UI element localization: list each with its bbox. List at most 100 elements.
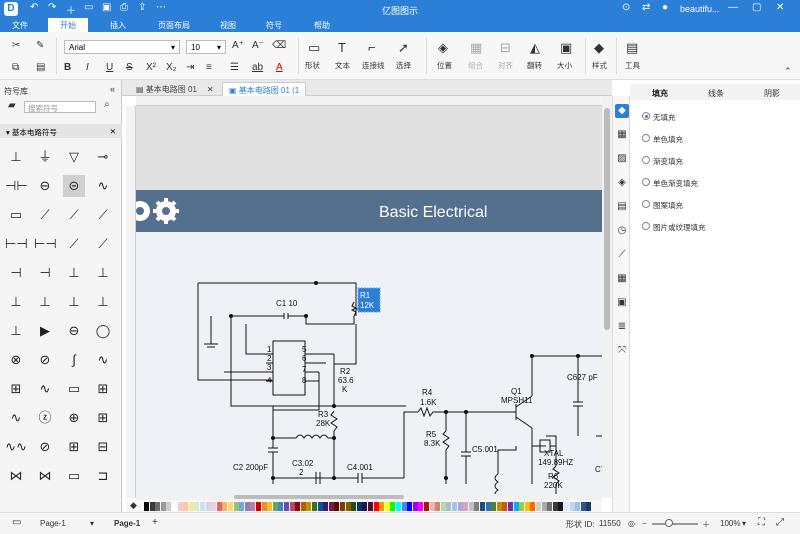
align-label[interactable]: 对齐 xyxy=(498,60,513,71)
label-r3-value[interactable]: 28K xyxy=(316,419,331,428)
color-swatch[interactable] xyxy=(267,502,273,511)
color-swatch[interactable] xyxy=(564,502,569,511)
label-c3[interactable]: C3.02 xyxy=(292,459,314,468)
color-swatch[interactable] xyxy=(424,502,429,511)
subscript-icon[interactable]: X₂ xyxy=(166,62,177,73)
color-swatch[interactable] xyxy=(194,502,200,511)
resistor-symbol-icon[interactable]: ▭ xyxy=(5,204,27,226)
box-symbol-icon[interactable]: ⊞ xyxy=(63,436,85,458)
color-swatch[interactable] xyxy=(373,502,379,511)
color-swatch[interactable] xyxy=(396,502,401,511)
layout-grid-icon[interactable]: ▦ xyxy=(615,128,629,142)
color-swatch[interactable] xyxy=(239,502,245,511)
fill-bucket-icon[interactable]: ◆ xyxy=(594,40,604,56)
color-swatch[interactable] xyxy=(323,502,329,511)
tab-document-2[interactable]: ▣ 基本电路图 01 (1 xyxy=(222,82,307,96)
label-r2[interactable]: R2 xyxy=(340,367,351,376)
table-icon[interactable]: ▦ xyxy=(615,272,629,286)
color-swatch[interactable] xyxy=(580,502,586,511)
color-swatch[interactable] xyxy=(485,502,491,511)
align-icon[interactable]: ⊟ xyxy=(500,40,511,56)
connector-symbol-icon[interactable]: ⋈ xyxy=(5,465,27,487)
color-swatch[interactable] xyxy=(328,502,334,511)
color-swatch[interactable] xyxy=(256,502,261,511)
fill-bucket-icon[interactable]: ◆ xyxy=(130,500,137,511)
color-swatch[interactable] xyxy=(569,502,575,511)
connector-icon[interactable]: ⌐ xyxy=(368,40,376,55)
color-swatch[interactable] xyxy=(491,502,497,511)
label-r4[interactable]: R4 xyxy=(422,388,433,397)
zener-symbol-icon[interactable]: ⓩ xyxy=(34,407,56,429)
size-icon[interactable]: ▣ xyxy=(560,40,572,56)
connector-symbol-icon[interactable]: ⋈ xyxy=(34,465,56,487)
menu-symbols[interactable]: 符号 xyxy=(266,20,282,31)
color-swatch[interactable] xyxy=(295,502,301,511)
preset-symbol-icon[interactable]: ⟋ xyxy=(92,233,114,255)
sensor-symbol-icon[interactable]: ⊘ xyxy=(34,436,56,458)
color-swatch[interactable] xyxy=(345,502,351,511)
color-swatch[interactable] xyxy=(429,502,435,511)
mast-symbol-icon[interactable]: ⊥ xyxy=(34,291,56,313)
collapse-panel-icon[interactable]: « xyxy=(110,84,115,94)
italic-icon[interactable]: I xyxy=(86,62,89,73)
color-swatch[interactable] xyxy=(379,502,385,511)
color-swatch[interactable] xyxy=(508,502,513,511)
group-label[interactable]: 组合 xyxy=(468,60,483,71)
zoom-slider[interactable] xyxy=(652,523,698,525)
font-size-select[interactable]: 10 ▾ xyxy=(186,40,226,54)
option-solid-fill[interactable]: 单色填充 xyxy=(653,134,683,145)
drawing-canvas[interactable]: Basic Electrical R1 12K C1 10 R2 63.6 K … xyxy=(136,106,602,498)
color-swatch[interactable] xyxy=(435,502,441,511)
notification-icon[interactable]: ⊙ xyxy=(622,2,630,13)
color-swatch[interactable] xyxy=(446,502,452,511)
color-swatch[interactable] xyxy=(289,502,295,511)
color-swatch[interactable] xyxy=(222,502,228,511)
minimize-icon[interactable]: — xyxy=(728,2,738,13)
color-swatch[interactable] xyxy=(468,502,474,511)
label-r2-unit[interactable]: K xyxy=(342,385,348,394)
flip-icon[interactable]: ◭ xyxy=(530,40,540,56)
close-section-icon[interactable]: ✕ xyxy=(110,127,116,136)
color-swatch[interactable] xyxy=(250,502,256,511)
format-icon[interactable]: ≣ xyxy=(615,320,629,334)
label-r5[interactable]: R5 xyxy=(426,430,437,439)
close-icon[interactable]: ✕ xyxy=(776,2,784,13)
text-tool-icon[interactable]: T xyxy=(338,40,346,55)
tube-symbol-icon[interactable]: ⊟ xyxy=(92,436,114,458)
maximize-icon[interactable]: ▢ xyxy=(752,2,761,13)
strikethrough-icon[interactable]: S xyxy=(126,62,133,73)
color-swatch[interactable] xyxy=(547,502,553,511)
size-label[interactable]: 大小 xyxy=(557,60,572,71)
radio-picture-fill[interactable] xyxy=(642,222,650,230)
menu-file[interactable]: 文件 xyxy=(12,20,28,31)
color-swatch[interactable] xyxy=(412,502,418,511)
color-swatch[interactable] xyxy=(384,502,390,511)
color-swatch[interactable] xyxy=(418,502,424,511)
bold-icon[interactable]: B xyxy=(64,62,71,73)
color-swatch[interactable] xyxy=(457,502,463,511)
image-icon[interactable]: ▨ xyxy=(615,152,629,166)
antenna-symbol-icon[interactable]: ⊥ xyxy=(63,262,85,284)
library-section-header[interactable]: ▾ 基本电路符号 ✕ xyxy=(0,124,122,138)
trimmer-symbol-icon[interactable]: ⟋ xyxy=(63,233,85,255)
color-swatch[interactable] xyxy=(496,502,502,511)
fit-expand-icon[interactable]: ⤧ xyxy=(615,344,629,358)
capacitor-polar-symbol-icon[interactable]: ⊢⊣ xyxy=(5,233,28,255)
color-swatch[interactable] xyxy=(306,502,312,511)
position-label[interactable]: 位置 xyxy=(437,60,452,71)
label-q1[interactable]: Q1 xyxy=(511,387,522,396)
underline-icon[interactable]: U xyxy=(106,62,113,73)
color-swatch[interactable] xyxy=(278,502,284,511)
potentiometer-symbol-icon[interactable]: ⟋ xyxy=(63,204,85,226)
selected-symbol-icon[interactable]: ⊝ xyxy=(63,175,85,197)
radio-solid-fill[interactable] xyxy=(642,134,650,142)
generator-symbol-icon[interactable]: ⊕ xyxy=(63,407,85,429)
picture-icon[interactable]: ▣ xyxy=(615,296,629,310)
color-swatch[interactable] xyxy=(228,502,233,511)
tools-label[interactable]: 工具 xyxy=(625,60,640,71)
ground-symbol-icon[interactable]: ⊥ xyxy=(5,146,27,168)
color-swatch[interactable] xyxy=(300,502,306,511)
menu-view[interactable]: 视图 xyxy=(220,20,236,31)
color-swatch[interactable] xyxy=(513,502,519,511)
radio-gradient-fill[interactable] xyxy=(642,156,650,164)
